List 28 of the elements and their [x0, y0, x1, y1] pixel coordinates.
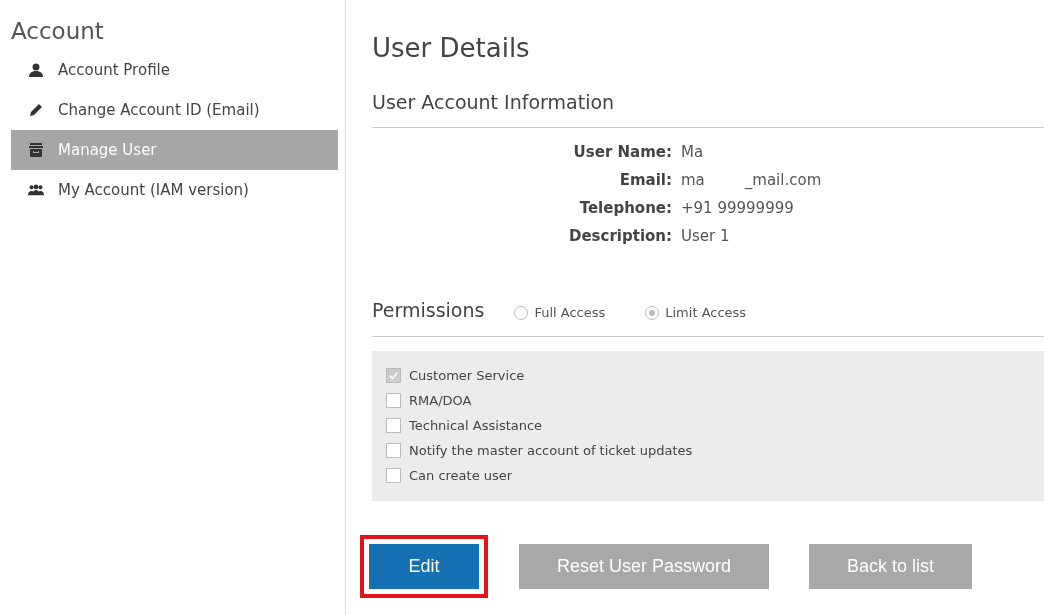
field-label: Description: — [568, 225, 672, 247]
field-value: User 1 — [681, 225, 730, 247]
field-label: Email: — [618, 169, 672, 191]
permission-checkbox[interactable]: Customer Service — [386, 365, 1044, 386]
sidebar-item[interactable]: Account Profile — [11, 50, 338, 90]
group-icon — [28, 182, 44, 198]
person-icon — [28, 62, 44, 78]
field-value: Ma — [681, 141, 704, 163]
sidebar-title: Account — [11, 17, 105, 46]
field-value: ma — [681, 169, 705, 191]
action-button[interactable]: Edit — [369, 544, 479, 589]
access-radio[interactable]: Full Access — [514, 303, 606, 323]
page-title: User Details — [372, 32, 531, 65]
permission-checkbox[interactable]: RMA/DOA — [386, 390, 1044, 411]
field-label: Telephone: — [578, 197, 672, 219]
permission-checkbox[interactable]: Can create user — [386, 465, 1044, 486]
archive-icon — [28, 142, 44, 158]
field-label: User Name: — [572, 141, 672, 163]
access-radio[interactable]: Limit Access — [645, 303, 747, 323]
pencil-icon — [28, 102, 44, 118]
permissions-title: Permissions — [372, 297, 485, 323]
sidebar-item[interactable]: My Account (IAM version) — [11, 170, 338, 210]
section-title: User Account Information — [372, 88, 1044, 128]
permission-checkbox[interactable]: Technical Assistance — [386, 415, 1044, 436]
sidebar-item[interactable]: Change Account ID (Email) — [11, 90, 338, 130]
field-value: +91 99999999 — [681, 197, 794, 219]
field-value: _mail.com — [744, 169, 822, 191]
permission-checkbox[interactable]: Notify the master account of ticket updates — [386, 440, 1044, 461]
